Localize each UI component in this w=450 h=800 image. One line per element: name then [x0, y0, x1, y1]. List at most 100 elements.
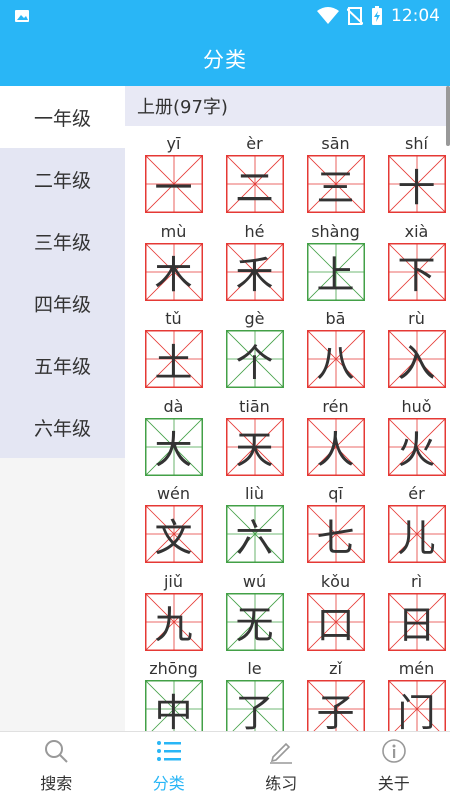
tianzige-box: 文: [144, 505, 203, 563]
character-card[interactable]: yī 一: [133, 132, 214, 220]
character-card[interactable]: shàng 上: [295, 220, 376, 308]
tianzige-box: 了: [225, 680, 284, 732]
tab-label: 关于: [377, 774, 410, 793]
hanzi-character: 个: [235, 340, 274, 385]
character-card[interactable]: tǔ 土: [133, 307, 214, 395]
tab-practice[interactable]: 练习: [225, 732, 338, 800]
pinyin-label: le: [247, 659, 262, 678]
hanzi-character: 中: [154, 690, 193, 732]
tab-category[interactable]: 分类: [113, 732, 226, 800]
character-card[interactable]: mén 门: [376, 657, 450, 731]
page-title: 分类: [203, 48, 247, 72]
hanzi-character: 二: [235, 165, 274, 210]
character-card[interactable]: rù 入: [376, 307, 450, 395]
pinyin-label: jiǔ: [163, 571, 184, 591]
character-card[interactable]: gè 个: [214, 307, 295, 395]
hanzi-character: 门: [397, 690, 436, 732]
image-notification-icon: [15, 10, 29, 22]
sidebar-item-grade-2[interactable]: 二年级: [0, 148, 125, 210]
character-card[interactable]: rì 日: [376, 570, 450, 658]
pinyin-label: èr: [246, 134, 263, 153]
character-card[interactable]: huǒ 火: [376, 395, 450, 483]
tianzige-box: 二: [225, 155, 284, 213]
character-card[interactable]: zhōng 中: [133, 657, 214, 731]
status-time: 12:04: [391, 6, 440, 26]
hanzi-character: 八: [316, 340, 355, 385]
hanzi-character: 七: [316, 515, 355, 560]
tianzige-box: 口: [306, 592, 365, 651]
sidebar-item-grade-1[interactable]: 一年级: [0, 86, 125, 148]
character-card[interactable]: kǒu 口: [295, 570, 376, 658]
tianzige-box: 下: [387, 242, 446, 301]
pinyin-label: wén: [156, 484, 191, 503]
tianzige-box: 个: [225, 330, 284, 388]
tianzige-box: 木: [144, 242, 203, 301]
character-card[interactable]: le 了: [214, 657, 295, 731]
character-card[interactable]: hé 禾: [214, 220, 295, 308]
tianzige-box: 七: [306, 505, 365, 563]
wifi-icon: [317, 7, 339, 24]
character-card[interactable]: jiǔ 九: [133, 570, 214, 658]
tianzige-box: 天: [225, 417, 284, 476]
tianzige-box: 门: [387, 680, 446, 732]
tab-label: 练习: [265, 774, 298, 793]
character-card[interactable]: mù 木: [133, 220, 214, 308]
character-list[interactable]: 上册(97字) yī 一 èr 二 sān 三 shí 十 mù 木 hé 禾 shàng 上 xià 下 tǔ…: [125, 86, 450, 731]
hanzi-character: 无: [235, 603, 274, 647]
character-card[interactable]: tiān 天: [214, 395, 295, 483]
pinyin-label: zǐ: [329, 659, 342, 678]
tianzige-box: 八: [306, 330, 365, 388]
character-card[interactable]: xià 下: [376, 220, 450, 308]
character-card[interactable]: shí 十: [376, 132, 450, 220]
tab-search[interactable]: 搜索: [0, 732, 113, 800]
pinyin-label: mén: [398, 659, 435, 678]
pinyin-label: rì: [410, 571, 423, 591]
character-card[interactable]: wén 文: [133, 482, 214, 570]
list-icon: [156, 741, 181, 761]
scrollbar[interactable]: [446, 86, 450, 146]
pinyin-label: wú: [242, 571, 267, 591]
hanzi-character: 天: [235, 428, 274, 472]
pinyin-label: shàng: [311, 221, 360, 241]
hanzi-character: 了: [235, 690, 274, 732]
character-card[interactable]: dà 大: [133, 395, 214, 483]
character-card[interactable]: bā 八: [295, 307, 376, 395]
character-card[interactable]: èr 二: [214, 132, 295, 220]
tianzige-box: 日: [387, 592, 446, 651]
hanzi-character: 文: [154, 515, 193, 560]
character-card[interactable]: zǐ 子: [295, 657, 376, 731]
sidebar-item-label: 二年级: [33, 169, 91, 192]
character-card[interactable]: qī 七: [295, 482, 376, 570]
section-header: 上册(97字): [125, 86, 450, 126]
tianzige-box: 三: [306, 155, 365, 213]
character-card[interactable]: ér 儿: [376, 482, 450, 570]
bottom-tab-bar: 搜索 分类 练习 关于: [0, 731, 450, 800]
hanzi-character: 十: [397, 165, 436, 210]
tianzige-box: 入: [387, 330, 446, 388]
sidebar-item-grade-4[interactable]: 四年级: [0, 272, 125, 334]
pinyin-label: huǒ: [401, 396, 432, 416]
sidebar-item-grade-3[interactable]: 三年级: [0, 210, 125, 272]
grade-sidebar: 一年级 二年级 三年级 四年级 五年级 六年级: [0, 86, 125, 731]
tianzige-box: 禾: [225, 242, 284, 301]
character-card[interactable]: rén 人: [295, 395, 376, 483]
hanzi-character: 口: [316, 603, 355, 647]
hanzi-character: 上: [316, 253, 355, 297]
hanzi-character: 六: [235, 515, 274, 560]
tab-about[interactable]: 关于: [338, 732, 450, 800]
tianzige-box: 人: [306, 417, 365, 476]
character-card[interactable]: liù 六: [214, 482, 295, 570]
battery-charging-icon: [372, 6, 382, 25]
app-bar: 分类: [0, 32, 450, 86]
character-card[interactable]: sān 三: [295, 132, 376, 220]
hanzi-character: 日: [397, 603, 436, 647]
sidebar-item-label: 五年级: [33, 355, 91, 378]
sidebar-item-grade-5[interactable]: 五年级: [0, 334, 125, 396]
pinyin-label: bā: [325, 309, 346, 328]
tianzige-box: 火: [387, 417, 446, 476]
character-card[interactable]: wú 无: [214, 570, 295, 658]
pinyin-label: dà: [163, 396, 184, 416]
pinyin-label: qī: [328, 484, 343, 503]
sidebar-item-grade-6[interactable]: 六年级: [0, 396, 125, 458]
hanzi-character: 人: [316, 428, 355, 472]
